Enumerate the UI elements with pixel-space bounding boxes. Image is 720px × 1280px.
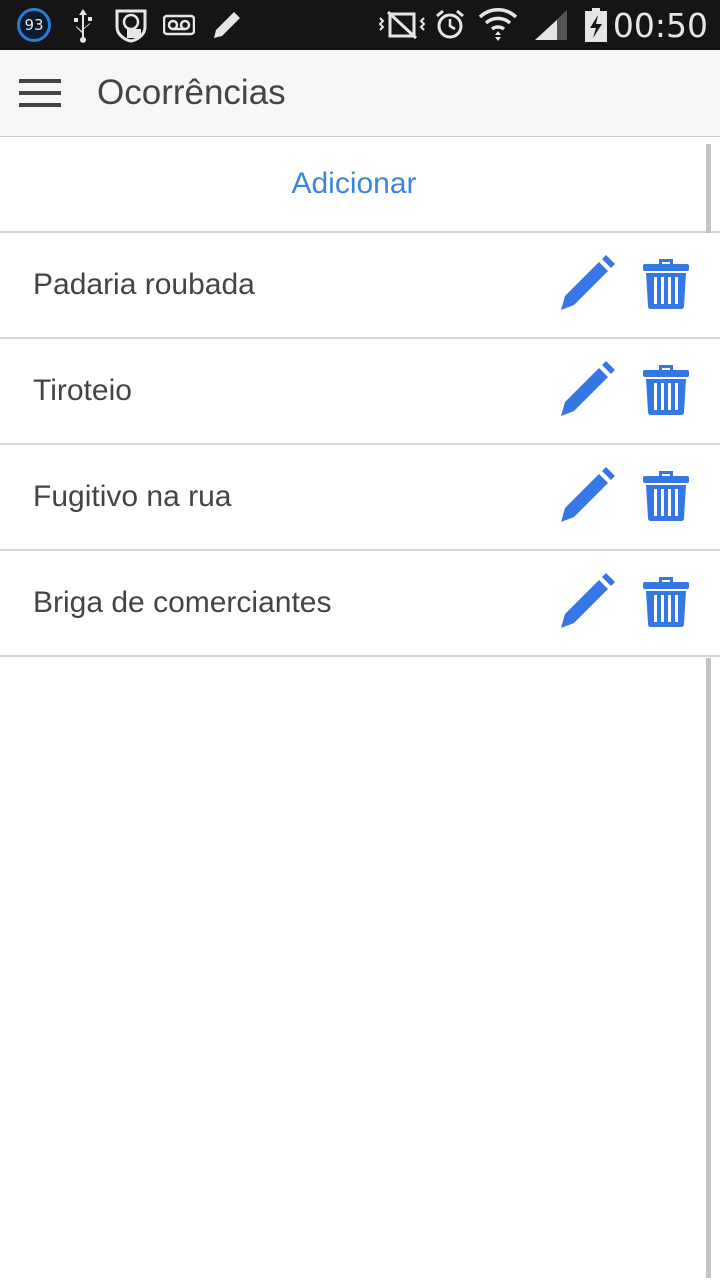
delete-button[interactable] (638, 465, 694, 527)
wifi-icon (478, 0, 518, 50)
trash-icon (643, 577, 689, 627)
status-bar: 93 00:50 (0, 0, 720, 50)
status-time: 00:50 (612, 5, 708, 45)
scrollbar[interactable] (706, 658, 711, 1278)
list-item-label: Padaria roubada (33, 268, 255, 301)
notification-count-badge: 93 (17, 0, 51, 50)
trash-icon (643, 471, 689, 521)
delete-button[interactable] (638, 253, 694, 315)
trash-icon (643, 365, 689, 415)
page-title: Ocorrências (97, 73, 286, 112)
pencil-icon (561, 573, 615, 628)
delete-button[interactable] (638, 571, 694, 633)
list-item-label: Briga de comerciantes (33, 586, 332, 619)
pencil-icon (561, 361, 615, 416)
menu-button[interactable] (14, 68, 66, 118)
add-button-label: Adicionar (291, 167, 417, 200)
delete-button[interactable] (638, 359, 694, 421)
list-item[interactable]: Tiroteio (0, 339, 720, 445)
usb-icon (70, 0, 96, 50)
scrollbar[interactable] (706, 144, 711, 233)
edit-button[interactable] (554, 253, 618, 315)
app-bar: Ocorrências (0, 50, 720, 137)
battery-charging-icon (584, 0, 608, 50)
speedometer-mail-icon (113, 0, 149, 50)
add-button[interactable]: Adicionar (0, 137, 720, 233)
signal-icon (533, 0, 569, 50)
edit-button[interactable] (554, 571, 618, 633)
pencil-icon (561, 467, 615, 522)
pencil-icon (561, 255, 615, 310)
list-item-label: Fugitivo na rua (33, 480, 232, 513)
list-item[interactable]: Padaria roubada (0, 233, 720, 339)
list-item-label: Tiroteio (33, 374, 132, 407)
edit-button[interactable] (554, 359, 618, 421)
list-item[interactable]: Fugitivo na rua (0, 445, 720, 551)
edit-button[interactable] (554, 465, 618, 527)
voicemail-icon (163, 0, 195, 50)
trash-icon (643, 259, 689, 309)
occurrence-list: Padaria roubada Tiroteio Fugitivo na rua… (0, 233, 720, 657)
hamburger-menu-icon (19, 79, 61, 107)
silent-mode-icon (378, 0, 426, 50)
alarm-icon (434, 0, 466, 50)
list-item[interactable]: Briga de comerciantes (0, 551, 720, 657)
pencil-icon (210, 0, 244, 50)
notification-count: 93 (17, 8, 51, 42)
